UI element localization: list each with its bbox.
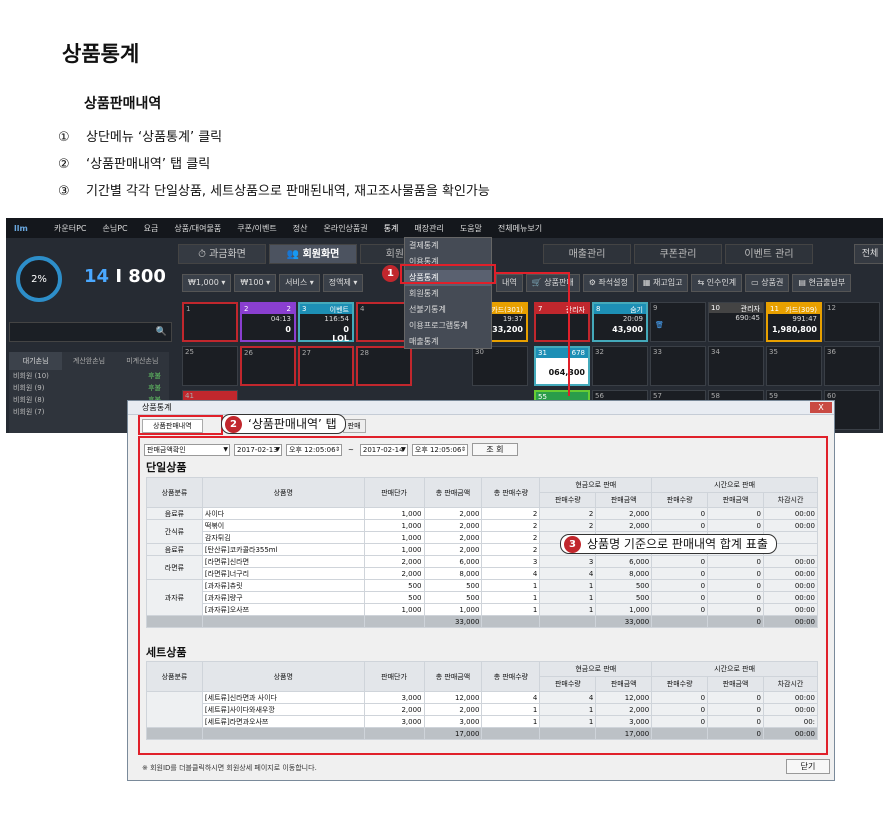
seat-tile[interactable]: 30	[472, 346, 528, 386]
gear-icon: ⚙	[588, 278, 599, 287]
callout-line	[496, 272, 570, 274]
tab-billing[interactable]: ⏱ 과금화면	[178, 244, 266, 264]
seat-count: 14 I 800	[84, 266, 166, 287]
list-item[interactable]: 비회원 (9) 후불	[9, 382, 169, 394]
step-1: ① 상단메뉴 ‘상품통계’ 클릭	[58, 130, 223, 145]
list-item[interactable]: 비회원 (10) 후불	[9, 370, 169, 382]
history-button[interactable]: 내역	[496, 274, 523, 292]
step-2: ② ‘상품판매내역’ 탭 클릭	[58, 157, 211, 172]
statistics-dropdown: 결제통계 이용통계 상품통계 회원통계 선불기통계 이용프로그램통계 매출통계	[404, 237, 492, 349]
highlight-product-stats	[400, 264, 496, 284]
callout-2: 2	[225, 416, 242, 433]
add-100-button[interactable]: ₩100 ▾	[234, 274, 277, 292]
trash-icon: 🗑	[655, 321, 664, 329]
tab-waiting[interactable]: 대기손님	[9, 352, 63, 370]
menu-item-member-stats[interactable]: 회원통계	[405, 286, 491, 302]
cash-icon: ▤	[798, 278, 809, 287]
callout-3-bubble: 3 상품명 기준으로 판매내역 합계 표출	[560, 534, 777, 554]
main-tabs: ⏱ 과금화면 👥 회원화면 회원관리 매출관리 쿠폰관리 이벤트 관리	[178, 244, 816, 264]
stock-in-button[interactable]: ▦ 재고입고	[636, 274, 689, 292]
tab-event-manage[interactable]: 이벤트 관리	[725, 244, 813, 264]
menu-products[interactable]: 상품/대여물품	[166, 223, 229, 234]
seat-tile[interactable]: 36	[824, 346, 880, 386]
seat-tile[interactable]: 33	[650, 346, 706, 386]
all-button[interactable]: 전체	[854, 244, 883, 264]
seat-tile[interactable]: 12	[824, 302, 880, 342]
menu-settle[interactable]: 정산	[285, 223, 316, 234]
menu-online-gift[interactable]: 온라인상품권	[315, 223, 375, 234]
cashbook-button[interactable]: ▤ 현금출납부	[792, 274, 852, 292]
seat-tile[interactable]: 11 카드(309) 991:47 1,980,800	[766, 302, 822, 342]
menu-counter-pc[interactable]: 카운터PC	[46, 223, 95, 234]
callout-2-bubble: 2 ‘상품판매내역’ 탭	[221, 414, 346, 434]
box-icon: ▦	[642, 278, 653, 287]
menu-bar: llm 카운터PC 손님PC 요금 상품/대여물품 쿠폰/이벤트 정산 온라인상…	[6, 218, 883, 238]
cart-icon: 🛒	[531, 278, 545, 287]
menu-help[interactable]: 도움말	[452, 223, 490, 234]
seat-tile[interactable]: 9 🗑	[650, 302, 706, 342]
close-button[interactable]: 닫기	[786, 759, 830, 774]
search-icon: 🔍	[155, 327, 167, 337]
seat-tile[interactable]: 8 숨기 20:09 43,900	[592, 302, 648, 342]
app-logo: llm	[14, 223, 28, 233]
seat-tile[interactable]: 25	[182, 346, 238, 386]
seat-setting-button[interactable]: ⚙ 좌석설정	[582, 274, 634, 292]
fixed-rate-button[interactable]: 정액제 ▾	[322, 274, 364, 292]
menu-item-sales-stats[interactable]: 매출통계	[405, 334, 491, 350]
menu-all[interactable]: 전체메뉴보기	[490, 223, 550, 234]
users-icon: 👥	[286, 249, 303, 260]
dialog-titlebar: 상품통계 X	[128, 401, 834, 415]
service-button[interactable]: 서비스 ▾	[279, 274, 320, 292]
tab-unpaid[interactable]: 미계산손님	[116, 352, 169, 370]
callout-3: 3	[564, 536, 581, 553]
add-1000-button[interactable]: ₩1,000 ▾	[182, 274, 232, 292]
seat-tile[interactable]: 7 관리자	[534, 302, 590, 342]
menu-item-prepaid-stats[interactable]: 선불기통계	[405, 302, 491, 318]
tab-sales-manage[interactable]: 매출관리	[543, 244, 631, 264]
highlight-sales-tab	[138, 415, 223, 435]
highlight-dialog-body	[138, 436, 828, 755]
seat-tile[interactable]: 1	[182, 302, 238, 342]
tab-paid[interactable]: 계산완손님	[62, 352, 115, 370]
footer-note: ※ 회원ID를 더블클릭하시면 회원상세 페이지로 이동합니다.	[142, 764, 317, 772]
tab-coupon-manage[interactable]: 쿠폰관리	[634, 244, 722, 264]
search-input[interactable]: 🔍	[9, 322, 172, 342]
step-3: ③ 기간별 각각 단일상품, 세트상품으로 판매된내역, 재고조사물품을 확인가능	[58, 184, 490, 199]
tab-sales[interactable]: 판매	[342, 419, 366, 433]
doc-title: 상품통계	[62, 42, 140, 66]
product-sale-button[interactable]: 🛒 상품판매	[525, 274, 580, 292]
menu-statistics[interactable]: 통계	[376, 223, 407, 234]
tab-member-screen[interactable]: 👥 회원화면	[269, 244, 357, 264]
menu-item-payment-stats[interactable]: 결제통계	[405, 238, 491, 254]
seat-tile[interactable]: 31 678 064,300	[534, 346, 590, 386]
menu-fee[interactable]: 요금	[136, 223, 167, 234]
menu-guest-pc[interactable]: 손님PC	[95, 223, 136, 234]
handover-button[interactable]: ⇆ 인수인계	[691, 274, 743, 292]
seat-tile[interactable]: 34	[708, 346, 764, 386]
callout-line	[568, 272, 570, 396]
menu-coupon[interactable]: 쿠폰/이벤트	[229, 223, 285, 234]
clock-icon: ⏱	[198, 249, 210, 260]
usage-gauge: 2%	[16, 256, 62, 302]
steps-list: ① 상단메뉴 ‘상품통계’ 클릭 ② ‘상품판매내역’ 탭 클릭 ③ 기간별 각각 단…	[58, 124, 490, 205]
seat-tile[interactable]: 2 2 04:13 0	[240, 302, 296, 342]
seat-tile[interactable]: 10 관리자 690:45	[708, 302, 764, 342]
seat-tile[interactable]: 32	[592, 346, 648, 386]
menu-item-program-stats[interactable]: 이용프로그램통계	[405, 318, 491, 334]
seat-tile[interactable]: 3 이벤트 116:54 0 LOL	[298, 302, 354, 343]
close-icon[interactable]: X	[810, 402, 832, 413]
doc-subtitle: 상품판매내역	[84, 96, 162, 112]
seat-tile[interactable]: 28	[356, 346, 412, 386]
handover-icon: ⇆	[697, 278, 707, 287]
toolbar-left: ₩1,000 ▾ ₩100 ▾ 서비스 ▾ 정액제 ▾	[182, 274, 366, 292]
gift-card-button[interactable]: ▭ 상품권	[745, 274, 790, 292]
callout-1: 1	[382, 265, 399, 282]
seat-tile[interactable]: 26	[240, 346, 296, 386]
card-icon: ▭	[751, 278, 762, 287]
toolbar-right: 내역 🛒 상품판매 ⚙ 좌석설정 ▦ 재고입고 ⇆ 인수인계 ▭ 상품권 ▤ 현…	[496, 274, 854, 292]
menu-store[interactable]: 매장관리	[406, 223, 451, 234]
seat-tile[interactable]: 35	[766, 346, 822, 386]
seat-tile[interactable]: 27	[298, 346, 354, 386]
